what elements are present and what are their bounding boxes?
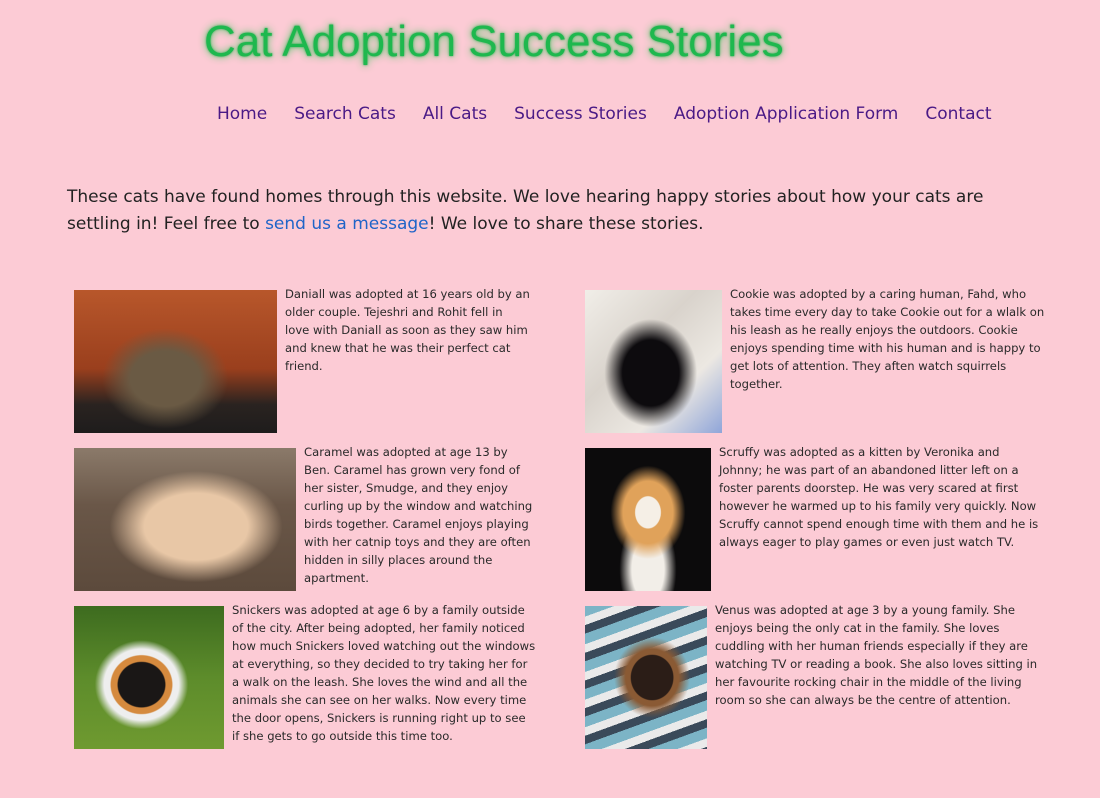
main-nav: Home Search Cats All Cats Success Storie… [208,100,992,128]
story-text-cookie: Cookie was adopted by a caring human, Fa… [730,287,1045,391]
cat-photo-caramel [74,448,296,591]
page-title: Cat Adoption Success Stories [204,17,784,66]
story-text-venus: Venus was adopted at age 3 by a young fa… [715,603,1038,707]
story-text-scruffy: Scruffy was adopted as a kitten by Veron… [719,445,1039,549]
cat-photo-cookie [585,290,722,433]
story-venus: Venus was adopted at age 3 by a young fa… [585,601,1045,749]
nav-success-stories[interactable]: Success Stories [505,100,647,128]
nav-search-cats[interactable]: Search Cats [285,100,396,128]
story-cookie: Cookie was adopted by a caring human, Fa… [585,285,1045,433]
story-caramel: Caramel was adopted at age 13 by Ben. Ca… [74,443,534,591]
cat-photo-venus [585,606,707,749]
story-text-caramel: Caramel was adopted at age 13 by Ben. Ca… [304,445,533,585]
story-daniall: Daniall was adopted at 16 years old by a… [74,285,534,433]
story-text-snickers: Snickers was adopted at age 6 by a famil… [232,603,536,743]
story-text-daniall: Daniall was adopted at 16 years old by a… [285,287,530,373]
nav-adoption-form[interactable]: Adoption Application Form [665,100,899,128]
nav-all-cats[interactable]: All Cats [414,100,487,128]
cat-photo-snickers [74,606,224,749]
intro-text-end: ! We love to share these stories. [428,214,704,234]
story-scruffy: Scruffy was adopted as a kitten by Veron… [585,443,1045,591]
nav-home[interactable]: Home [208,100,267,128]
nav-contact[interactable]: Contact [916,100,991,128]
cat-photo-scruffy [585,448,711,591]
intro-paragraph: These cats have found homes through this… [67,184,1047,238]
story-snickers: Snickers was adopted at age 6 by a famil… [74,601,536,749]
cat-photo-daniall [74,290,277,433]
send-message-link[interactable]: send us a message [265,214,429,234]
